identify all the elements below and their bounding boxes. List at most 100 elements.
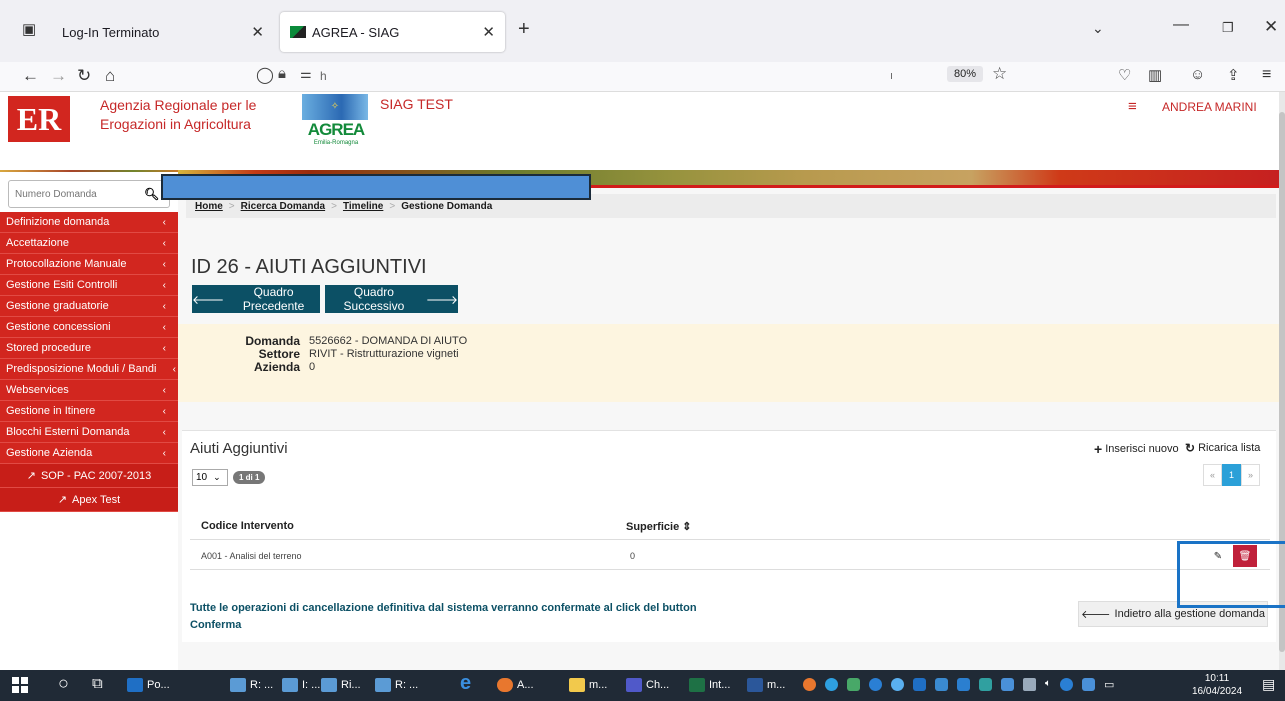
search-icon[interactable]: ○	[58, 673, 69, 694]
tray-app-icon[interactable]	[1001, 678, 1014, 691]
tab-login-terminato[interactable]: Log-In Terminato ✕	[52, 12, 274, 52]
forward-arrow-icon[interactable]: →	[50, 66, 67, 86]
add-new-button[interactable]: + Inserisci nuovo	[1094, 441, 1179, 457]
pocket-icon[interactable]: ♡	[1118, 66, 1131, 84]
sidebar-link-sop-pac[interactable]: ↗ SOP - PAC 2007-2013	[0, 464, 178, 488]
chevron-left-icon: ‹	[162, 342, 166, 354]
star-icon[interactable]: ☆	[992, 64, 1007, 84]
sidebar-item-gestione-azienda[interactable]: Gestione Azienda ‹	[0, 443, 178, 464]
sidebar-link-apex-test[interactable]: ↗ Apex Test	[0, 488, 178, 512]
taskbar-clock[interactable]: 10:11 16/04/2024	[1192, 672, 1242, 698]
edge-browser-icon[interactable]: e	[460, 672, 471, 695]
restore-icon[interactable]: ❐	[1222, 20, 1234, 36]
pager-next[interactable]: »	[1241, 464, 1260, 486]
sidebar-item-definizione-domanda[interactable]: Definizione domanda ‹	[0, 212, 178, 233]
hamburger-icon[interactable]: ≡	[1128, 98, 1137, 115]
tray-app-icon[interactable]	[825, 678, 838, 691]
sidebar-item-blocchi-esterni[interactable]: Blocchi Esterni Domanda ‹	[0, 422, 178, 443]
taskbar-item-firefox[interactable]: A...	[497, 674, 534, 696]
close-tab-icon[interactable]: ✕	[251, 23, 264, 41]
minimize-icon[interactable]: —	[1173, 16, 1189, 34]
taskbar-item-mail-3[interactable]: Ri...	[321, 674, 361, 696]
battery-icon[interactable]	[1023, 678, 1036, 691]
agrea-favicon-icon	[290, 26, 306, 38]
taskbar-item-teams[interactable]: Ch...	[626, 674, 669, 696]
pagination: « 1 »	[1203, 464, 1260, 486]
new-tab-button[interactable]: +	[518, 18, 530, 41]
taskbar-label: R: ...	[395, 679, 419, 691]
sidebar-link-label: SOP - PAC 2007-2013	[40, 469, 152, 482]
breadcrumb-separator: >	[389, 200, 396, 212]
pager-page-1[interactable]: 1	[1222, 464, 1241, 486]
bluetooth-icon[interactable]	[1060, 678, 1073, 691]
breadcrumb-ricerca[interactable]: Ricerca Domanda	[241, 201, 325, 212]
sidebar-item-graduatorie[interactable]: Gestione graduatorie ‹	[0, 296, 178, 317]
tray-app-icon[interactable]	[935, 678, 948, 691]
sidebar-item-itinere[interactable]: Gestione in Itinere ‹	[0, 401, 178, 422]
breadcrumb-timeline[interactable]: Timeline	[343, 201, 383, 212]
tab-agrea-siag[interactable]: AGREA - SIAG ✕	[280, 12, 505, 52]
sidebar-item-concessioni[interactable]: Gestione concessioni ‹	[0, 317, 178, 338]
taskbar-item-excel[interactable]: Int...	[689, 674, 730, 696]
page-size-value: 10	[196, 472, 208, 483]
page-size-select[interactable]: 10 ⌄	[192, 469, 228, 486]
taskbar-item-word[interactable]: m...	[747, 674, 785, 696]
er-logo[interactable]: ER	[8, 96, 70, 142]
taskbar-item-powerpoint[interactable]: Po...	[127, 674, 170, 696]
tray-app-icon[interactable]	[1082, 678, 1095, 691]
close-window-icon[interactable]: ✕	[1264, 17, 1278, 37]
next-quadro-button[interactable]: Quadro Successivo 🡒	[325, 285, 458, 313]
mail-icon	[375, 678, 391, 692]
sidebar-item-moduli-bandi[interactable]: Predisposizione Moduli / Bandi ‹	[0, 359, 178, 380]
taskbar-item-mail-2[interactable]: I: ...	[282, 674, 320, 696]
tray-app-icon[interactable]	[913, 678, 926, 691]
sidebar-icon[interactable]: ▥	[1148, 66, 1162, 84]
user-name[interactable]: ANDREA MARINI	[1162, 100, 1257, 114]
tab-list-icon[interactable]: ▣	[22, 20, 36, 38]
hamburger-menu-icon[interactable]: ≡	[1262, 66, 1271, 84]
zoom-level[interactable]: 80%	[947, 66, 984, 82]
pager-prev[interactable]: «	[1203, 464, 1222, 486]
tray-app-icon[interactable]	[803, 678, 816, 691]
search-icon[interactable]: 🔍︎	[144, 187, 159, 201]
notifications-icon[interactable]: ▤	[1262, 676, 1275, 693]
sidebar-item-label: Gestione in Itinere	[6, 405, 96, 417]
chevron-left-icon: ‹	[162, 237, 166, 249]
prev-quadro-button[interactable]: 🡐 Quadro Precedente	[192, 285, 320, 313]
windows-start-icon[interactable]	[12, 677, 28, 693]
taskbar-item-explorer[interactable]: m...	[569, 674, 607, 696]
home-icon[interactable]: ⌂	[105, 66, 115, 86]
url-bar[interactable]: ◯ 🔒︎ ⚌ h ı 80% ☆	[240, 63, 1020, 90]
column-header-superficie[interactable]: Superficie ⇕	[626, 520, 691, 533]
account-icon[interactable]: ☺	[1190, 66, 1205, 83]
back-arrow-icon[interactable]: ←	[22, 66, 39, 86]
permissions-icon: ⚌	[300, 66, 312, 81]
sidebar-item-webservices[interactable]: Webservices ‹	[0, 380, 178, 401]
sidebar-item-stored-procedure[interactable]: Stored procedure ‹	[0, 338, 178, 359]
tab-list-chevron-icon[interactable]: ⌄	[1092, 20, 1104, 37]
tab-label: AGREA - SIAG	[312, 24, 400, 40]
sidebar-item-protocollazione[interactable]: Protocollazione Manuale ‹	[0, 254, 178, 275]
volume-icon[interactable]: 🔈︎	[1045, 678, 1051, 691]
tray-app-icon[interactable]	[979, 678, 992, 691]
close-tab-icon[interactable]: ✕	[482, 23, 495, 41]
breadcrumb-home[interactable]: Home	[195, 201, 223, 212]
agrea-logo-sub: Emilia-Romagna	[313, 140, 359, 146]
sidebar-item-accettazione[interactable]: Accettazione ‹	[0, 233, 178, 254]
taskbar-item-mail-1[interactable]: R: ...	[230, 674, 273, 696]
sidebar-item-esiti-controlli[interactable]: Gestione Esiti Controlli ‹	[0, 275, 178, 296]
taskbar-item-mail-4[interactable]: R: ...	[375, 674, 418, 696]
tray-app-icon[interactable]	[957, 678, 970, 691]
network-icon[interactable]: ▭	[1104, 678, 1114, 691]
agrea-logo-text: AGREA	[307, 120, 365, 139]
task-view-icon[interactable]: ⧉	[92, 675, 103, 692]
share-icon[interactable]: ⇪	[1227, 66, 1240, 84]
tray-app-icon[interactable]	[847, 678, 860, 691]
onedrive-icon[interactable]	[891, 678, 904, 691]
tray-app-icon[interactable]	[869, 678, 882, 691]
external-link-icon: ↗	[26, 470, 36, 482]
reload-icon[interactable]: ↻	[77, 66, 91, 86]
reload-list-button[interactable]: ↻ Ricarica lista	[1185, 441, 1260, 455]
chevron-left-icon: ‹	[162, 258, 166, 270]
search-input[interactable]	[9, 188, 144, 200]
